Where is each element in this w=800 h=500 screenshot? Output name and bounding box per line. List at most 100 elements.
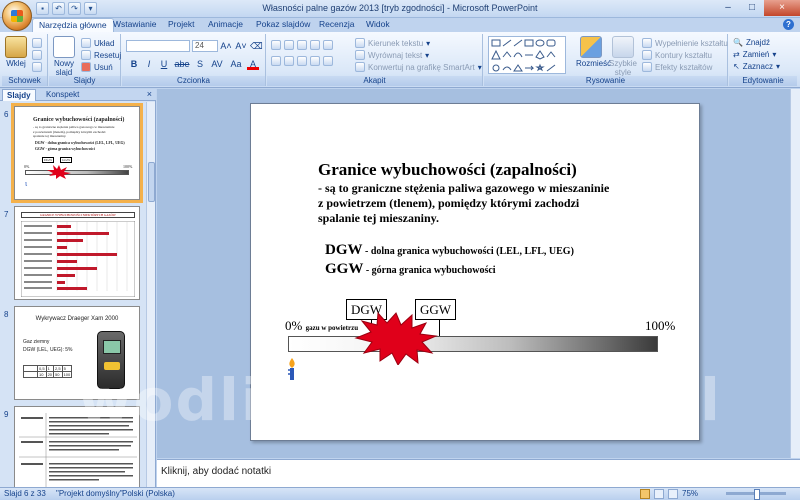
binoculars-icon: 🔍 bbox=[733, 38, 743, 47]
change-case-button[interactable]: Aa bbox=[228, 58, 244, 70]
italic-button[interactable]: I bbox=[143, 58, 155, 70]
scissors-icon bbox=[32, 38, 42, 48]
zoom-slider[interactable] bbox=[726, 489, 786, 500]
help-icon[interactable]: ? bbox=[783, 19, 794, 30]
thumb-flame-icon: ɩ bbox=[25, 179, 28, 188]
reset-button[interactable]: Resetuj bbox=[81, 50, 121, 60]
delete-slide-button[interactable]: Usuń bbox=[81, 62, 113, 72]
slide-sorter-icon[interactable] bbox=[654, 489, 664, 499]
tab-outline[interactable]: Konspekt bbox=[42, 89, 83, 101]
close-button[interactable]: × bbox=[764, 0, 800, 16]
slide-vertical-scrollbar[interactable] bbox=[790, 89, 800, 458]
pane-scroll-thumb[interactable] bbox=[148, 162, 155, 202]
bullets-icon[interactable] bbox=[271, 40, 281, 50]
slide-show-icon[interactable] bbox=[668, 489, 678, 499]
thumb-explosion-icon bbox=[47, 165, 71, 179]
shape-effects-button[interactable]: Efekty kształtów bbox=[642, 62, 712, 72]
increase-indent-icon[interactable] bbox=[310, 40, 320, 50]
tab-design[interactable]: Projekt bbox=[162, 18, 200, 32]
slide-body[interactable]: - są to graniczne stężenia paliwa gazowe… bbox=[318, 181, 658, 226]
outline-pen-icon bbox=[642, 50, 652, 60]
arrange-button[interactable]: Rozmieść bbox=[576, 36, 611, 68]
delete-icon bbox=[81, 62, 91, 72]
char-spacing-button[interactable]: AV bbox=[209, 58, 225, 70]
tab-slides[interactable]: Slajdy bbox=[2, 89, 36, 101]
slide-thumbnail-6[interactable]: Granice wybuchowości (zapalności) - są t… bbox=[11, 103, 143, 203]
pane-scrollbar[interactable] bbox=[146, 102, 155, 487]
quick-styles-button[interactable]: Szybkie style bbox=[608, 36, 638, 77]
align-center-icon[interactable] bbox=[284, 56, 294, 66]
status-language[interactable]: Polski (Polska) bbox=[122, 489, 175, 498]
scale-start-label[interactable]: 0% gazu w powietrzu bbox=[285, 318, 358, 334]
burner-flame-icon bbox=[288, 358, 295, 380]
decrease-indent-icon[interactable] bbox=[297, 40, 307, 50]
slide-title[interactable]: Granice wybuchowości (zapalności) bbox=[318, 160, 577, 180]
text-direction-button[interactable]: Kierunek tekstu ▾ bbox=[355, 38, 430, 48]
ggw-definition[interactable]: GGW - górna granica wybuchowości bbox=[325, 261, 496, 278]
shapes-gallery[interactable] bbox=[488, 36, 566, 74]
pane-close-icon[interactable]: × bbox=[147, 89, 152, 99]
dgw-definition[interactable]: DGW - dolna granica wybuchowości (LEL, L… bbox=[325, 242, 574, 259]
text-direction-icon bbox=[355, 38, 365, 48]
tab-slide-show[interactable]: Pokaz slajdów bbox=[250, 18, 316, 32]
explosion-icon[interactable] bbox=[354, 311, 438, 365]
justify-icon[interactable] bbox=[310, 56, 320, 66]
slide-thumbnail-9[interactable] bbox=[14, 406, 140, 487]
normal-view-icon[interactable] bbox=[640, 489, 650, 499]
group-paragraph: Kierunek tekstu ▾ Wyrównaj tekst ▾ Konwert… bbox=[267, 34, 483, 86]
font-size-combo[interactable]: 24 bbox=[192, 40, 218, 52]
tab-review[interactable]: Recenzja bbox=[313, 18, 360, 32]
slide-thumbnail-7[interactable]: GRANICE WYBUCHOWOŚCI NIEKTÓRYCH GAZÓW bbox=[14, 206, 140, 300]
replace-icon: ⇄ bbox=[733, 50, 740, 59]
layout-button[interactable]: Układ bbox=[81, 38, 114, 48]
group-editing: 🔍 Znajdź ⇄ Zamień ▾ ↖ Zaznacz ▾ Edytowanie bbox=[729, 34, 797, 86]
current-slide[interactable]: Granice wybuchowości (zapalności) - są t… bbox=[250, 103, 700, 441]
line-spacing-icon[interactable] bbox=[323, 40, 333, 50]
align-text-button[interactable]: Wyrównaj tekst ▾ bbox=[355, 50, 429, 60]
tab-home[interactable]: Narzędzia główne bbox=[32, 18, 114, 32]
shape-outline-button[interactable]: Kontury kształtu bbox=[642, 50, 712, 60]
tab-view[interactable]: Widok bbox=[360, 18, 396, 32]
maximize-button[interactable]: □ bbox=[740, 0, 764, 16]
bold-button[interactable]: B bbox=[128, 58, 140, 70]
fill-bucket-icon bbox=[642, 38, 652, 48]
align-buttons bbox=[271, 56, 333, 66]
concentration-scale-bar[interactable] bbox=[288, 336, 658, 352]
font-name-combo[interactable] bbox=[126, 40, 190, 52]
notes-pane[interactable]: Kliknij, aby dodać notatki bbox=[157, 459, 800, 487]
shadow-button[interactable]: S bbox=[194, 58, 206, 70]
group-slides: Nowy slajd Układ Resetuj Usuń Slajdy bbox=[49, 34, 121, 86]
group-label-drawing: Rysowanie bbox=[484, 76, 727, 86]
align-left-icon[interactable] bbox=[271, 56, 281, 66]
office-button[interactable] bbox=[2, 1, 32, 31]
slide-number: 6 bbox=[4, 110, 9, 119]
ribbon: Wklej Schowek Nowy slajd Układ Resetuj U… bbox=[0, 32, 800, 88]
minimize-button[interactable]: – bbox=[716, 0, 740, 16]
copy-button[interactable] bbox=[32, 50, 42, 60]
new-slide-button[interactable]: Nowy slajd bbox=[52, 36, 76, 77]
thumb-title: Wykrywacz Draeger Xam 2000 bbox=[35, 316, 119, 322]
thumb-text-slide bbox=[19, 413, 137, 487]
status-theme[interactable]: "Projekt domyślny" bbox=[56, 489, 123, 498]
replace-button[interactable]: ⇄ Zamień ▾ bbox=[733, 50, 776, 59]
strikethrough-button[interactable]: abe bbox=[173, 58, 191, 70]
find-button[interactable]: 🔍 Znajdź bbox=[733, 38, 770, 47]
numbering-icon[interactable] bbox=[284, 40, 294, 50]
scale-end-label[interactable]: 100% bbox=[645, 318, 675, 334]
align-right-icon[interactable] bbox=[297, 56, 307, 66]
zoom-level[interactable]: 75% bbox=[682, 489, 698, 498]
shape-fill-button[interactable]: Wypełnienie kształtu bbox=[642, 38, 728, 48]
tab-animations[interactable]: Animacje bbox=[202, 18, 249, 32]
underline-button[interactable]: U bbox=[158, 58, 170, 70]
paste-button[interactable]: Wklej bbox=[5, 36, 27, 68]
grow-font-button[interactable]: A˄ A˅ ⌫ bbox=[220, 40, 262, 52]
tab-insert[interactable]: Wstawianie bbox=[107, 18, 162, 32]
font-color-button[interactable]: A bbox=[247, 58, 259, 70]
select-button[interactable]: ↖ Zaznacz ▾ bbox=[733, 62, 780, 71]
format-painter-button[interactable] bbox=[32, 62, 42, 72]
smartart-button[interactable]: Konwertuj na grafikę SmartArt ▾ bbox=[355, 62, 482, 72]
columns-icon[interactable] bbox=[323, 56, 333, 66]
slide-thumbnail-8[interactable]: Wykrywacz Draeger Xam 2000 Gaz ziemny DG… bbox=[14, 306, 140, 400]
status-bar: Slajd 6 z 33 "Projekt domyślny" Polski (… bbox=[0, 487, 800, 500]
cut-button[interactable] bbox=[32, 38, 42, 48]
